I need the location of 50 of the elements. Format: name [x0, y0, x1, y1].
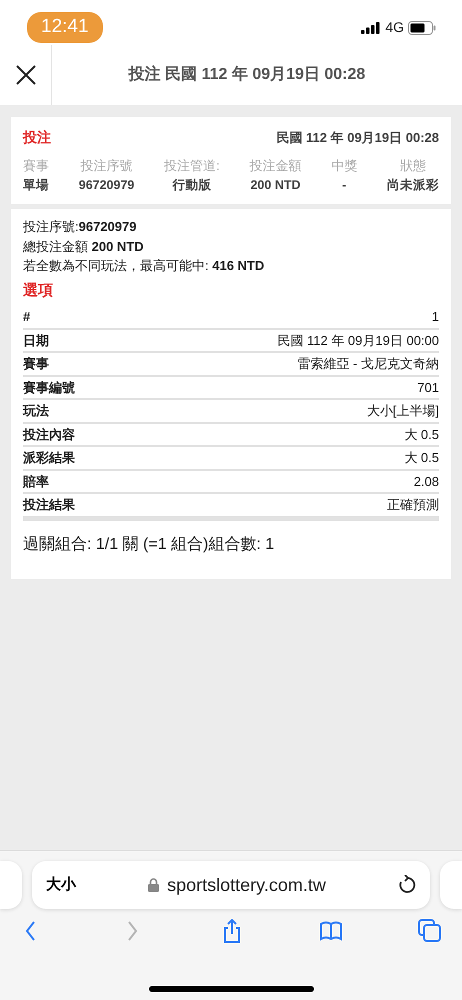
reload-icon[interactable]: [398, 875, 416, 895]
detail-label: 玩法: [23, 402, 49, 420]
column-label: 狀態: [399, 157, 427, 175]
detail-label: 賽事編號: [23, 378, 75, 397]
detail-value: 701: [417, 378, 439, 397]
lock-icon: [148, 878, 160, 892]
text-size-button[interactable]: 大小: [46, 874, 76, 896]
column-label: 投注序號: [80, 157, 134, 175]
url-text: sportslottery.com.tw: [167, 874, 326, 897]
detail-label: 投注內容: [23, 426, 75, 444]
signal-icon: [361, 22, 382, 34]
options-heading: 選項: [23, 280, 54, 301]
detail-value: 正確預測: [387, 496, 439, 514]
bet-datetime: 民國 112 年 09月19日 00:28: [276, 128, 439, 147]
column-value: -: [341, 176, 348, 194]
bet-type-label: 投注: [23, 128, 51, 147]
status-time: 12:41: [27, 12, 103, 43]
detail-value: 大 0.5: [404, 449, 439, 468]
detail-value: 大小[上半場]: [366, 402, 439, 420]
network-label: 4G: [385, 18, 404, 37]
page-title: 投注 民國 112 年 09月19日 00:28: [127, 64, 366, 85]
column-value: 96720979: [78, 176, 134, 194]
address-bar[interactable]: 大小 sportslottery.com.tw: [32, 861, 430, 909]
column-value: 尚未派彩: [387, 176, 439, 194]
column-label: 投注管道:: [164, 157, 220, 175]
detail-value: 大 0.5: [404, 426, 439, 444]
battery-icon: [408, 20, 436, 34]
tabs-icon[interactable]: [418, 919, 442, 943]
column-label: 投注金額: [250, 157, 302, 175]
book-icon[interactable]: [319, 919, 343, 943]
summary-line: 若全數為不同玩法，最高可能中: 416 NTD: [23, 257, 266, 276]
column-value: 200 NTD: [250, 176, 302, 194]
detail-value: 雷索維亞 - 戈尼克文奇納: [297, 355, 439, 374]
detail-label: 投注結果: [23, 496, 75, 514]
detail-label: 賠率: [23, 472, 49, 491]
detail-label: 日期: [23, 332, 49, 350]
detail-label: 賽事: [23, 355, 49, 374]
column-value: 行動版: [171, 176, 212, 194]
detail-value: 民國 112 年 09月19日 00:00: [277, 332, 439, 350]
detail-label: 派彩結果: [23, 449, 75, 468]
detail-value: 1: [432, 308, 439, 326]
summary-line: 投注序號:96720979: [23, 218, 138, 236]
column-label: 賽事: [23, 157, 49, 175]
combo-summary: 過關組合: 1/1 關 (=1 組合)組合數: 1: [23, 534, 276, 555]
column-value: 單場: [23, 176, 49, 194]
column-label: 中獎: [331, 157, 358, 175]
detail-label: #: [23, 308, 30, 326]
summary-line: 總投注金額 200 NTD: [23, 238, 145, 256]
close-icon[interactable]: [16, 65, 36, 85]
detail-value: 2.08: [414, 472, 439, 491]
